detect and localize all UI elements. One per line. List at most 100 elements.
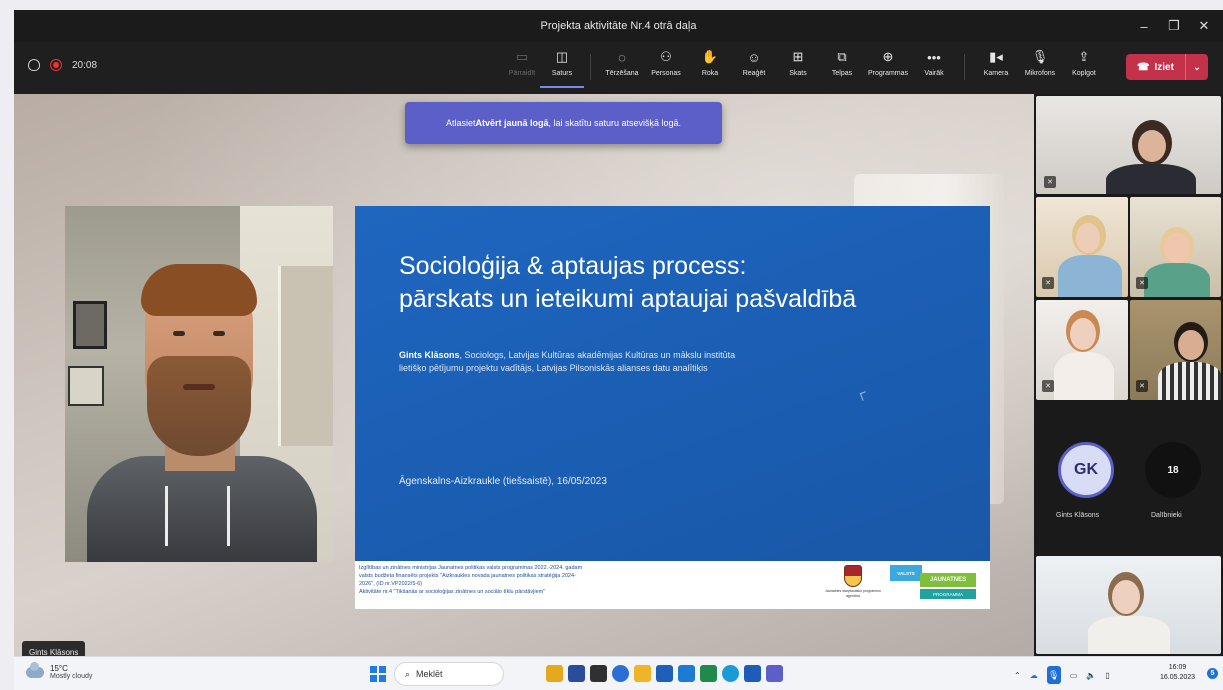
- speaker-eye: [213, 331, 225, 336]
- camera-button[interactable]: ▮◂ Kamera: [974, 48, 1018, 88]
- edge-icon[interactable]: [722, 665, 739, 682]
- window-controls: – ❐ ✕: [1131, 10, 1217, 42]
- avatar-name: Gints Klāsons: [1056, 512, 1100, 519]
- crest-caption: Jaunatnes starptautisko programmu aģentū…: [825, 589, 881, 598]
- more-button[interactable]: ••• Vairāk: [912, 48, 956, 88]
- taskbar-clock[interactable]: 16:09 16.05.2023: [1160, 663, 1195, 683]
- taskbar-search[interactable]: ⌕ Meklēt: [394, 662, 504, 686]
- meeting-toolbar: 20:08 ▭ Pārraidīt ◫ Saturs ◌ Tērzēšana ⚇…: [14, 42, 1223, 94]
- apps-button[interactable]: ⊕ Programmas: [866, 48, 910, 88]
- file-explorer-icon[interactable]: [546, 665, 563, 682]
- tooltip-text-prefix: Atlasiet: [445, 118, 476, 128]
- share-button[interactable]: ⇪ Koplgot: [1062, 48, 1106, 88]
- youth-programme-logo: VALSTS JAUNATNES PROGRAMMA: [890, 565, 982, 605]
- leave-main[interactable]: ☎ Iziet: [1126, 54, 1186, 80]
- avatar[interactable]: GK: [1058, 442, 1114, 498]
- funding-line: 2026", (ID nr.VP2022/5-6): [359, 581, 423, 587]
- participant-body: [1106, 164, 1196, 194]
- share-content-button[interactable]: ◫ Saturs: [540, 48, 584, 88]
- participant-tile[interactable]: ✕: [1130, 197, 1221, 297]
- slide-author: Gints Klāsons, Sociologs, Latvijas Kultū…: [399, 349, 869, 375]
- mic-off-icon: ✕: [1136, 277, 1148, 289]
- cloud-icon: [26, 661, 44, 678]
- leave-options-chevron-icon[interactable]: ⌄: [1186, 62, 1208, 73]
- coat-of-arms-icon: [844, 565, 862, 587]
- app-icon[interactable]: [612, 665, 629, 682]
- store-icon[interactable]: [678, 665, 695, 682]
- chevron-up-icon[interactable]: ⌃: [1014, 671, 1021, 680]
- open-new-window-tooltip: Atlasiet Atvērt jaunā logā, lai skatītu …: [405, 102, 722, 144]
- participants-count-badge[interactable]: 18: [1145, 442, 1201, 498]
- folder-icon[interactable]: [634, 665, 651, 682]
- slide-funding-band: Izglītības un zinātnes ministrijas Jauna…: [355, 561, 990, 609]
- network-icon[interactable]: ▭: [1070, 671, 1078, 680]
- slide-title: Socioloģija & aptaujas process: pārskats…: [399, 250, 979, 316]
- participant-tile[interactable]: [1036, 556, 1221, 654]
- more-icon: •••: [927, 49, 941, 65]
- share-icon: ⇪: [1078, 49, 1090, 64]
- excel-icon[interactable]: [700, 665, 717, 682]
- leave-label: Iziet: [1154, 61, 1174, 73]
- teams-icon[interactable]: [766, 665, 783, 682]
- slide-title-line: pārskats un ieteikumi aptaujai pašvaldīb…: [399, 285, 857, 313]
- app-icon[interactable]: [568, 665, 585, 682]
- meeting-stage: Atlasiet Atvērt jaunā logā, lai skatītu …: [14, 94, 1034, 656]
- slide-author-desc: lietišķo pētījumu projektu vadītājs, Lat…: [399, 363, 708, 373]
- phone-hangup-icon: ☎: [1137, 61, 1150, 73]
- funding-line: Izglītības un zinātnes ministrijas Jauna…: [359, 565, 583, 571]
- participant-face: [1164, 233, 1190, 263]
- volume-icon[interactable]: 🔈: [1086, 671, 1096, 680]
- react-button[interactable]: ☺ Reaģēt: [732, 48, 776, 88]
- app-icon[interactable]: [590, 665, 607, 682]
- participant-gallery: ✕ ✕ ✕ ✕ ✕ GK 18 Gints Klāsons Dalībnieki: [1034, 94, 1223, 656]
- view-icon: ⊞: [792, 49, 804, 64]
- view-button[interactable]: ⊞ Skats: [776, 48, 820, 88]
- logo-programma: PROGRAMMA: [920, 589, 976, 599]
- microphone-in-use-icon[interactable]: 🎙: [1046, 666, 1061, 684]
- participant-tile[interactable]: ✕: [1130, 300, 1221, 400]
- cloud-icon[interactable]: ☁: [1030, 671, 1038, 680]
- leave-button[interactable]: ☎ Iziet ⌄: [1126, 54, 1208, 80]
- close-icon[interactable]: ✕: [1191, 18, 1217, 34]
- recording-icon: [50, 59, 62, 71]
- people-button[interactable]: ⚇ Personas: [644, 48, 688, 88]
- participants-label: Dalībnieki: [1151, 512, 1182, 519]
- participant-face: [1112, 580, 1140, 614]
- microphone-button[interactable]: 🎙 Mikrofons: [1018, 48, 1062, 88]
- start-button[interactable]: [370, 666, 386, 682]
- clock-date: 16.05.2023: [1160, 674, 1196, 681]
- minimize-icon[interactable]: –: [1131, 19, 1157, 34]
- notification-badge[interactable]: 5: [1207, 668, 1218, 679]
- rooms-button[interactable]: ⧉ Telpas: [820, 48, 864, 88]
- speaker-name-tag: Gints Klāsons: [22, 641, 86, 656]
- slide-location-date: Āgenskalns-Aizkraukle (tiešsaistē), 16/0…: [399, 476, 607, 487]
- speaker-eye: [173, 331, 185, 336]
- tooltip-text-bold: Atvērt jaunā logā: [475, 118, 549, 128]
- word-icon[interactable]: [744, 665, 761, 682]
- speaker-video[interactable]: [65, 206, 333, 562]
- camera-icon: ▮◂: [989, 49, 1003, 64]
- battery-icon[interactable]: ▯: [1105, 671, 1109, 680]
- cast-button[interactable]: ▭ Pārraidīt: [500, 48, 544, 88]
- participant-face: [1138, 130, 1166, 162]
- raise-hand-icon: ✋: [701, 49, 719, 64]
- logo-jaunatnes: JAUNATNES: [920, 573, 976, 587]
- maximize-icon[interactable]: ❐: [1161, 18, 1187, 34]
- agency-crest-logo: Jaunatnes starptautisko programmu aģentū…: [825, 565, 881, 603]
- windows-taskbar: 15°C Mostly cloudy ⌕ Meklēt ⌃ ☁ 🎙 ▭ 🔈 ▯ …: [14, 656, 1223, 690]
- start-tile: [370, 666, 378, 674]
- weather-widget[interactable]: 15°C Mostly cloudy: [26, 661, 92, 680]
- clock-time: 16:09: [1168, 664, 1187, 671]
- participant-body: [1058, 255, 1122, 297]
- participant-tile[interactable]: ✕: [1036, 197, 1128, 297]
- speaker-hoodie: [87, 456, 317, 562]
- chat-button[interactable]: ◌ Tērzēšana: [600, 48, 644, 88]
- slide-title-line: Socioloģija & aptaujas process:: [399, 252, 747, 280]
- participant-tile[interactable]: ✕: [1036, 96, 1221, 194]
- participant-tile[interactable]: ✕: [1036, 300, 1128, 400]
- shield-icon: [28, 59, 40, 71]
- raise-hand-button[interactable]: ✋ Roka: [688, 48, 732, 88]
- react-icon: ☺: [747, 49, 761, 65]
- app-icon[interactable]: [656, 665, 673, 682]
- shared-slide[interactable]: Socioloģija & aptaujas process: pārskats…: [355, 206, 990, 561]
